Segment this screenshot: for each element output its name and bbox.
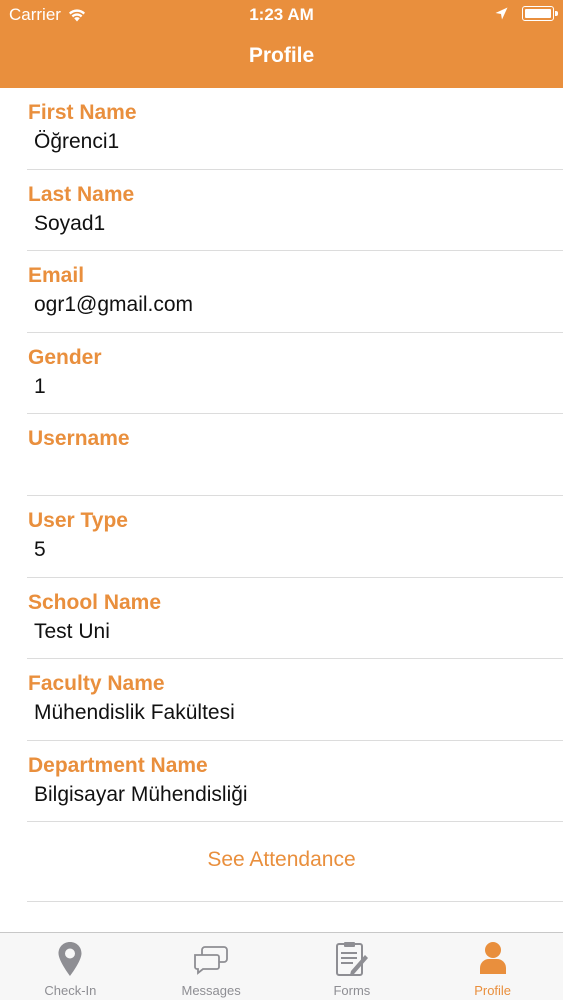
user-type-row: User Type 5 — [0, 496, 563, 578]
page-title: Profile — [248, 44, 315, 67]
faculty-name-value: Mühendislik Fakültesi — [34, 701, 235, 725]
person-icon — [479, 942, 506, 974]
email-row: Email ogr1@gmail.com — [0, 251, 563, 333]
faculty-name-label: Faculty Name — [28, 672, 165, 696]
tab-bar: Check-In Messages Forms Profile — [0, 932, 563, 1000]
department-name-label: Department Name — [28, 753, 208, 777]
gender-row: Gender 1 — [0, 333, 563, 415]
status-bar: Carrier 1:23 AM — [0, 0, 563, 30]
school-name-label: School Name — [28, 590, 162, 614]
status-right-group — [495, 6, 558, 21]
school-name-row: School Name Test Uni — [0, 578, 563, 660]
faculty-name-row: Faculty Name Mühendislik Fakültesi — [0, 659, 563, 741]
location-pin-icon — [58, 942, 82, 976]
profile-screen: Carrier 1:23 AM Profile First Name Öğren… — [0, 0, 563, 1000]
clock: 1:23 AM — [249, 5, 314, 24]
department-name-row: Department Name Bilgisayar Mühendisliği — [0, 741, 563, 823]
attendance-row: See Attendance — [0, 822, 563, 902]
email-value: ogr1@gmail.com — [34, 293, 194, 317]
user-type-label: User Type — [28, 508, 128, 532]
see-attendance-button[interactable]: See Attendance — [0, 848, 563, 872]
tab-check-in-label: Check-In — [44, 983, 97, 998]
user-type-value: 5 — [34, 537, 46, 561]
tab-check-in[interactable]: Check-In — [0, 933, 141, 1000]
location-arrow-icon — [495, 7, 508, 20]
tab-profile-label: Profile — [474, 983, 512, 998]
tab-forms[interactable]: Forms — [282, 933, 423, 1000]
first-name-label: First Name — [28, 101, 137, 124]
profile-fields: First Name Öğrenci1 Last Name Soyad1 Ema… — [0, 88, 563, 822]
last-name-value: Soyad1 — [34, 211, 106, 235]
tab-messages[interactable]: Messages — [141, 933, 282, 1000]
department-name-value: Bilgisayar Mühendisliği — [34, 782, 248, 806]
username-row: Username — [0, 414, 563, 496]
form-document-icon — [335, 942, 368, 976]
first-name-value: Öğrenci1 — [34, 130, 120, 153]
navigation-bar: Carrier 1:23 AM Profile — [0, 0, 563, 88]
gender-value: 1 — [34, 374, 46, 398]
first-name-row: First Name Öğrenci1 — [0, 88, 563, 170]
chat-bubbles-icon — [194, 946, 229, 975]
tab-messages-label: Messages — [181, 983, 241, 998]
gender-label: Gender — [28, 345, 102, 369]
tab-forms-label: Forms — [333, 983, 371, 998]
username-label: Username — [28, 427, 130, 451]
email-label: Email — [28, 264, 85, 288]
battery-icon — [522, 6, 558, 21]
school-name-value: Test Uni — [34, 619, 110, 643]
last-name-row: Last Name Soyad1 — [0, 170, 563, 252]
last-name-label: Last Name — [28, 182, 135, 206]
tab-profile[interactable]: Profile — [422, 933, 563, 1000]
